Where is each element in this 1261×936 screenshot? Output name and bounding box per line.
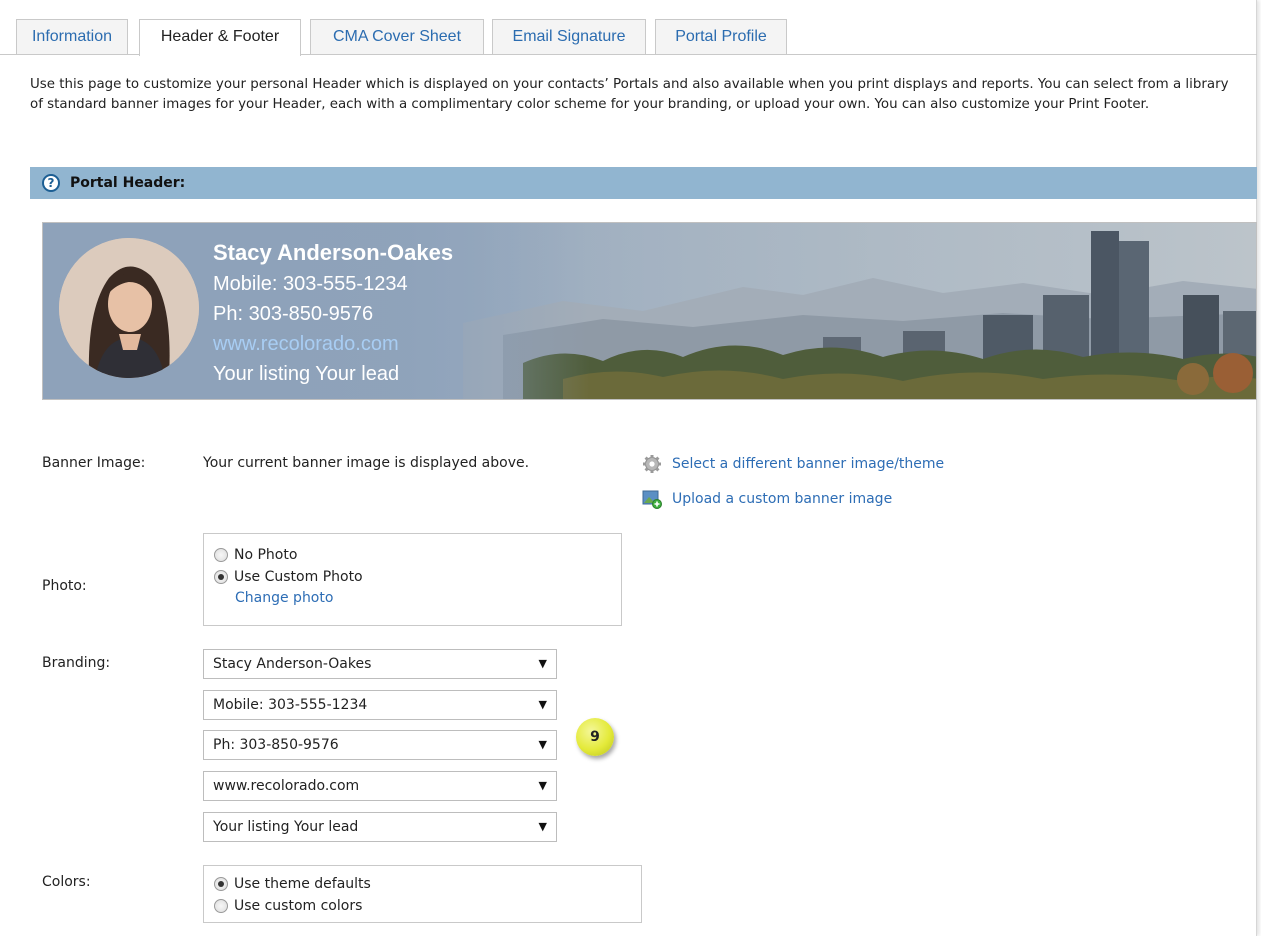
- step-callout-badge: 9: [576, 718, 614, 756]
- photo-options-box: No Photo Use Custom Photo Change photo: [203, 533, 622, 626]
- tab-portal-profile[interactable]: Portal Profile: [655, 19, 787, 55]
- select-banner-link[interactable]: Select a different banner image/theme: [642, 454, 944, 474]
- banner-agent-name: Stacy Anderson-Oakes: [213, 240, 454, 265]
- banner-website-link[interactable]: www.recolorado.com: [213, 329, 453, 359]
- banner-contact-info: Stacy Anderson-Oakes Mobile: 303-555-123…: [213, 237, 453, 389]
- gear-icon: [643, 455, 661, 473]
- radio-no-photo-label: No Photo: [234, 547, 298, 563]
- branding-select-name[interactable]: Stacy Anderson-Oakes ▼: [203, 649, 557, 679]
- page-frame: Information Header & Footer CMA Cover Sh…: [0, 0, 1257, 936]
- banner-phone: Ph: 303-850-9576: [213, 303, 374, 325]
- branding-select-mobile[interactable]: Mobile: 303-555-1234 ▼: [203, 690, 557, 720]
- chevron-down-icon: ▼: [538, 779, 547, 792]
- tab-email-signature[interactable]: Email Signature: [492, 19, 646, 55]
- chevron-down-icon: ▼: [538, 820, 547, 833]
- agent-photo-avatar: [59, 238, 199, 378]
- branding-label: Branding:: [42, 655, 111, 671]
- banner-image-label: Banner Image:: [42, 455, 146, 471]
- intro-text: Use this page to customize your personal…: [30, 77, 1229, 112]
- banner-image-status: Your current banner image is displayed a…: [203, 455, 530, 471]
- tab-bar: Information Header & Footer CMA Cover Sh…: [0, 0, 1257, 56]
- branding-select-website[interactable]: www.recolorado.com ▼: [203, 771, 557, 801]
- chevron-down-icon: ▼: [538, 738, 547, 751]
- radio-no-photo[interactable]: [214, 548, 228, 562]
- photo-label: Photo:: [42, 578, 87, 594]
- question-circle-icon[interactable]: ?: [42, 174, 60, 192]
- tab-header-footer[interactable]: Header & Footer: [139, 19, 301, 56]
- upload-banner-link-label: Upload a custom banner image: [672, 491, 893, 507]
- branding-select-phone[interactable]: Ph: 303-850-9576 ▼: [203, 730, 557, 760]
- tab-cma-cover-sheet[interactable]: CMA Cover Sheet: [310, 19, 484, 55]
- banner-preview: Stacy Anderson-Oakes Mobile: 303-555-123…: [42, 222, 1257, 400]
- chevron-down-icon: ▼: [538, 657, 547, 670]
- colors-label: Colors:: [42, 874, 91, 890]
- radio-theme-defaults-label: Use theme defaults: [234, 876, 371, 892]
- banner-tagline: Your listing Your lead: [213, 363, 400, 385]
- radio-theme-defaults-row[interactable]: Use theme defaults: [214, 873, 641, 895]
- radio-custom-colors-label: Use custom colors: [234, 898, 363, 914]
- colors-options-box: Use theme defaults Use custom colors: [203, 865, 642, 923]
- radio-custom-photo-label: Use Custom Photo: [234, 569, 363, 585]
- branding-select-mobile-value: Mobile: 303-555-1234: [213, 697, 368, 713]
- radio-custom-colors-row[interactable]: Use custom colors: [214, 895, 641, 917]
- branding-select-tagline[interactable]: Your listing Your lead ▼: [203, 812, 557, 842]
- portal-header-section-bar: ? Portal Header:: [30, 167, 1257, 199]
- radio-custom-photo[interactable]: [214, 570, 228, 584]
- branding-select-name-value: Stacy Anderson-Oakes: [213, 656, 372, 672]
- section-title: Portal Header:: [70, 175, 186, 191]
- banner-mobile: Mobile: 303-555-1234: [213, 273, 408, 295]
- radio-no-photo-row[interactable]: No Photo: [214, 544, 621, 566]
- radio-custom-colors[interactable]: [214, 899, 228, 913]
- change-photo-link[interactable]: Change photo: [214, 588, 621, 608]
- branding-select-tagline-value: Your listing Your lead: [213, 819, 359, 835]
- select-banner-link-label: Select a different banner image/theme: [672, 456, 945, 472]
- branding-select-phone-value: Ph: 303-850-9576: [213, 737, 339, 753]
- radio-custom-photo-row[interactable]: Use Custom Photo: [214, 566, 621, 588]
- radio-theme-defaults[interactable]: [214, 877, 228, 891]
- chevron-down-icon: ▼: [538, 698, 547, 711]
- upload-banner-link[interactable]: Upload a custom banner image: [642, 489, 892, 509]
- tab-information[interactable]: Information: [16, 19, 128, 55]
- branding-select-website-value: www.recolorado.com: [213, 778, 360, 794]
- image-add-icon: [642, 490, 662, 509]
